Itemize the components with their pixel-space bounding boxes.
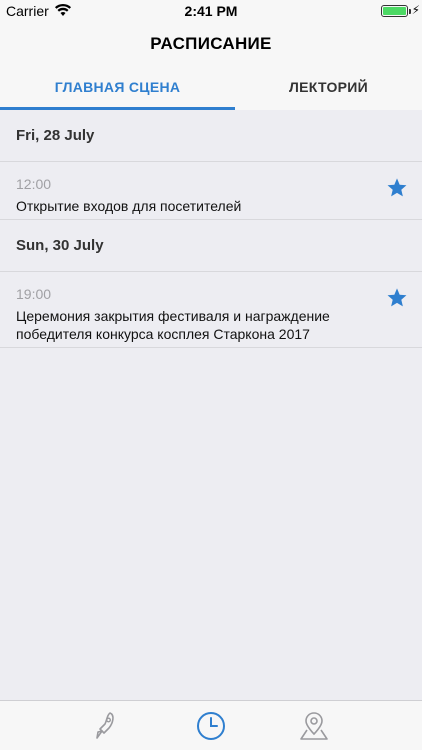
clock-time: 2:41 PM	[184, 3, 238, 19]
event-title: Церемония закрытия фестиваля и награжден…	[16, 308, 330, 342]
event-title: Открытие входов для посетителей	[16, 198, 242, 214]
map-pin-icon[interactable]	[298, 710, 330, 742]
list-item[interactable]: 12:00 Открытие входов для посетителей	[0, 162, 422, 220]
bottom-nav	[0, 700, 422, 750]
day-header: Sun, 30 July	[0, 220, 422, 272]
star-icon[interactable]	[386, 287, 408, 309]
page-title: РАСПИСАНИЕ	[150, 34, 272, 53]
day-header: Fri, 28 July	[0, 110, 422, 162]
list-item[interactable]: 19:00 Церемония закрытия фестиваля и наг…	[0, 272, 422, 348]
tab-bar: ГЛАВНАЯ СЦЕНА ЛЕКТОРИЙ	[0, 73, 422, 110]
event-time: 19:00	[16, 286, 52, 302]
event-time: 12:00	[16, 176, 52, 192]
top-area: Carrier 2:41 PM ⚡ РАСПИСАНИЕ ГЛАВНАЯ СЦЕ…	[0, 0, 422, 110]
battery-icon	[381, 5, 408, 17]
tab-main-stage[interactable]: ГЛАВНАЯ СЦЕНА	[0, 73, 235, 110]
tab-lecture-hall[interactable]: ЛЕКТОРИЙ	[235, 73, 422, 110]
charging-icon: ⚡	[411, 3, 420, 17]
rocket-icon[interactable]	[90, 710, 122, 742]
schedule-list: Fri, 28 July 12:00 Открытие входов для п…	[0, 110, 422, 348]
clock-icon[interactable]	[195, 710, 227, 742]
star-icon[interactable]	[386, 177, 408, 199]
status-bar: Carrier 2:41 PM ⚡	[0, 0, 422, 22]
